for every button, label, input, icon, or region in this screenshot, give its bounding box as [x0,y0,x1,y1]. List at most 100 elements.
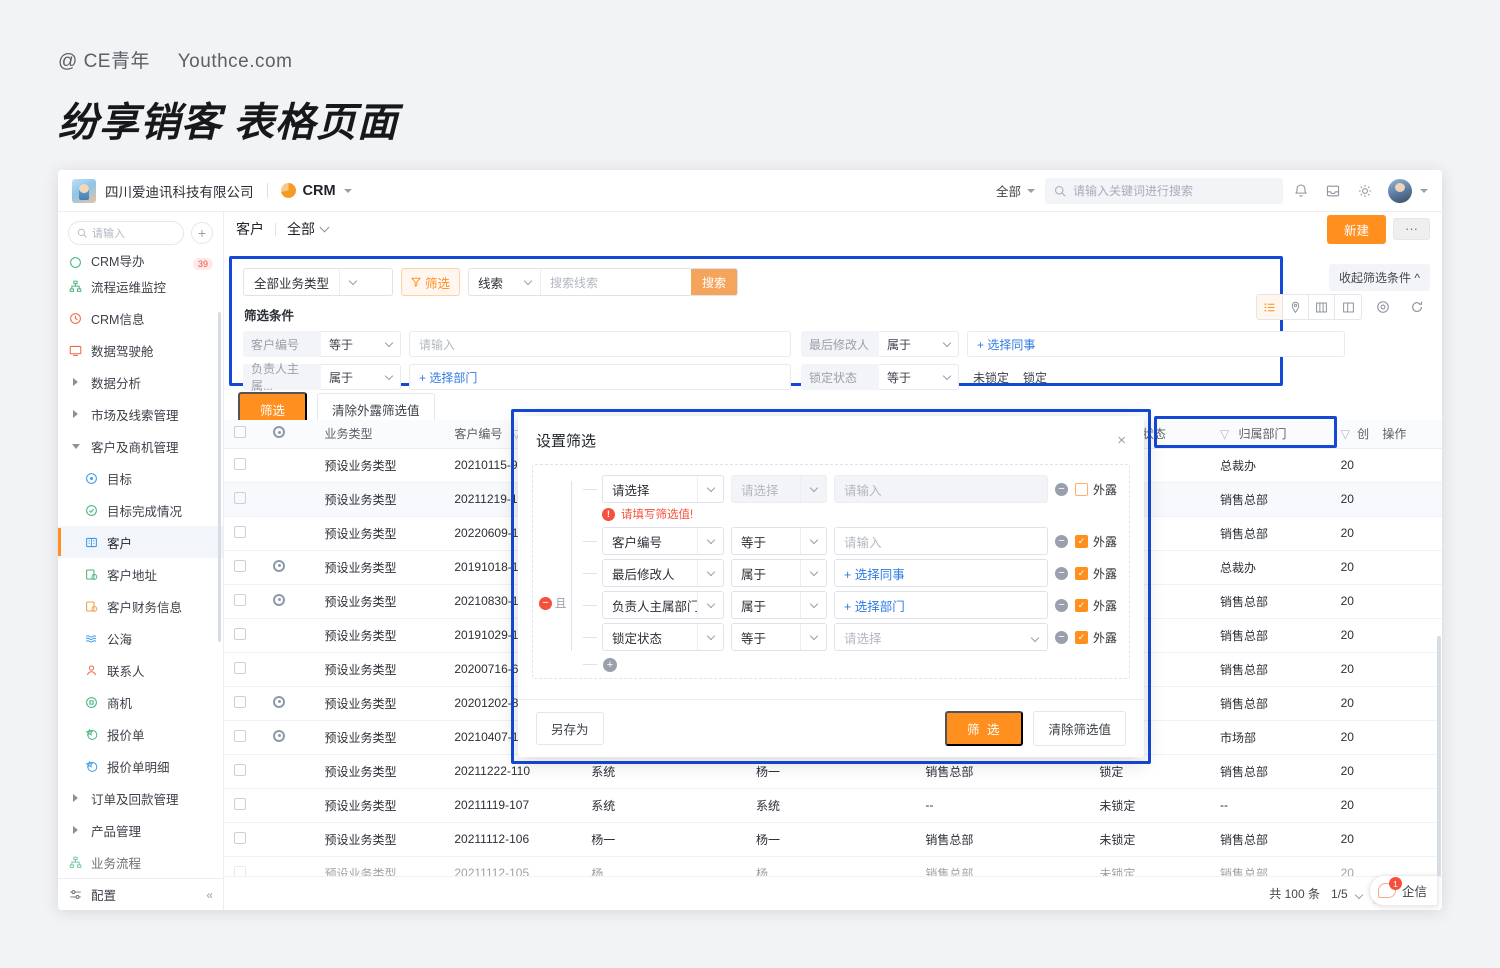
remove-condition-icon[interactable]: − [1054,630,1068,644]
cell-operate[interactable] [1372,822,1442,857]
cell-operate[interactable] [1372,720,1442,755]
condition-operator-select[interactable]: 属于 [731,559,827,587]
row-radio[interactable] [263,618,315,653]
inbox-icon[interactable] [1319,177,1347,205]
business-type-select[interactable]: 全部业务类型 [243,268,393,296]
row-radio[interactable] [263,482,315,517]
condition-field-select[interactable]: 请选择 [602,475,724,503]
remove-group-icon[interactable]: − [539,596,552,610]
row-checkbox[interactable] [224,652,264,687]
row-radio[interactable] [263,550,315,585]
cell-operate[interactable] [1372,652,1442,687]
close-icon[interactable]: × [1117,432,1126,449]
modal-clear-filter-button[interactable]: 清除筛选值 [1033,711,1126,746]
condition-value-input[interactable]: 请输入 [834,475,1048,503]
select-all-header[interactable] [224,420,264,449]
sidebar-item-business-flow[interactable]: 业务流程 [58,846,223,878]
sidebar-item-customer-finance[interactable]: 客户财务信息 [58,590,223,622]
row-checkbox[interactable] [224,516,264,551]
expose-toggle[interactable]: ✓ 外露 [1074,565,1117,582]
lock-option-locked[interactable]: 锁定 [1023,369,1047,386]
sidebar-item-customer[interactable]: 客户 [58,526,223,558]
condition-field-select[interactable]: 负责人主属部门 [602,591,724,619]
lock-option-unlocked[interactable]: 未锁定 [973,369,1009,386]
cell-operate[interactable] [1372,448,1442,483]
sidebar-item-customer-address[interactable]: 客户地址 [58,558,223,590]
settings-circle-icon[interactable] [1370,295,1396,319]
remove-condition-icon[interactable]: − [1054,566,1068,580]
table-row[interactable]: 预设业务类型 20211112-106 杨一 杨一 销售总部 未锁定 销售总部 20 [224,822,1442,857]
row-checkbox[interactable] [224,686,264,721]
save-as-button[interactable]: 另存为 [536,712,604,745]
view-selector[interactable]: 全部 [287,219,330,239]
header-business-type[interactable]: 业务类型 [314,420,445,449]
remove-condition-icon[interactable]: − [1054,534,1068,548]
more-actions-button[interactable]: ··· [1393,218,1430,240]
condition-field-select[interactable]: 最后修改人 [602,559,724,587]
view-split-icon[interactable] [1335,295,1361,319]
sidebar-item-dashboard[interactable]: 数据驾驶舱 [58,334,223,366]
row-checkbox[interactable] [224,550,264,585]
condition-field-select[interactable]: 客户编号 [602,527,724,555]
select-department-link[interactable]: + 选择部门 [834,591,1048,619]
condition-operator-select[interactable]: 属于 [731,591,827,619]
row-radio[interactable] [263,822,315,857]
sidebar-item-opportunity[interactable]: 商机 [58,686,223,718]
search-submit-button[interactable]: 搜索 [691,269,738,295]
row-checkbox[interactable] [224,448,264,483]
condition-operator-select[interactable]: 请选择 [731,475,827,503]
row-checkbox[interactable] [224,856,264,876]
cell-operate[interactable] [1372,584,1442,619]
row-radio[interactable] [263,856,315,876]
row-checkbox[interactable] [224,618,264,653]
collapse-sidebar-icon[interactable]: « [206,888,213,902]
chevron-down-icon[interactable] [343,188,352,193]
funnel-icon[interactable]: ▽ [1341,427,1350,441]
sidebar-item-contact[interactable]: 联系人 [58,654,223,686]
search-scope-select[interactable]: 全部 [996,181,1035,200]
expose-checkbox-on[interactable]: ✓ [1074,566,1088,580]
cell-operate[interactable] [1372,482,1442,517]
row-radio[interactable] [263,516,315,551]
row-radio[interactable] [263,788,315,823]
expose-toggle[interactable]: ✓ 外露 [1074,629,1117,646]
modal-apply-filter-button[interactable]: 筛 选 [945,711,1024,746]
header-created[interactable]: ▽ 创 [1330,420,1373,449]
cell-operate[interactable] [1372,788,1442,823]
sidebar-item-market-leads[interactable]: 市场及线索管理 [58,398,223,430]
sidebar-add-button[interactable]: + [191,222,213,244]
table-scrollbar[interactable] [1437,636,1441,876]
select-colleague-link[interactable]: + 选择同事 [834,559,1048,587]
sidebar-scrollbar[interactable] [218,312,221,642]
collapse-filters-button[interactable]: 收起筛选条件 ^ [1329,264,1430,291]
row-radio[interactable] [263,754,315,789]
filter-operator-select[interactable]: 属于 [321,364,401,390]
header-belong-dept[interactable]: ▽ 归属部门 [1209,420,1331,449]
page-indicator[interactable]: 1/5 [1331,887,1364,901]
select-all-checkbox[interactable] [234,426,246,439]
row-radio[interactable] [263,448,315,483]
row-checkbox[interactable] [224,788,264,823]
row-radio[interactable] [263,584,315,619]
keyword-search-input[interactable]: 搜索线索 [541,274,691,291]
row-radio[interactable] [263,720,315,755]
sidebar-item-process-monitor[interactable]: 流程运维监控 [58,270,223,302]
expose-toggle[interactable]: 外露 [1074,481,1117,498]
row-checkbox[interactable] [224,482,264,517]
funnel-icon[interactable]: ▽ [1220,427,1229,441]
sidebar-item-data-analysis[interactable]: 数据分析 [58,366,223,398]
select-department-link[interactable]: + 选择部门 [409,364,791,390]
filter-value-input[interactable]: 请输入 [409,331,791,357]
row-checkbox[interactable] [224,754,264,789]
sidebar-item-public-pool[interactable]: 公海 [58,622,223,654]
cell-operate[interactable] [1372,754,1442,789]
sidebar-item-customer-opportunity[interactable]: 客户及商机管理 [58,430,223,462]
sidebar-item-crm-guide[interactable]: CRM导办 39 [58,252,223,270]
gear-icon[interactable] [1351,177,1379,205]
remove-condition-icon[interactable]: − [1054,598,1068,612]
cell-operate[interactable] [1372,686,1442,721]
sidebar-item-order-payment[interactable]: 订单及回款管理 [58,782,223,814]
expose-checkbox-off[interactable] [1074,482,1088,496]
table-row[interactable]: 预设业务类型 20211112-105 杨杨销售总部 未锁定 销售总部 20 [224,856,1442,876]
cell-operate[interactable] [1372,550,1442,585]
